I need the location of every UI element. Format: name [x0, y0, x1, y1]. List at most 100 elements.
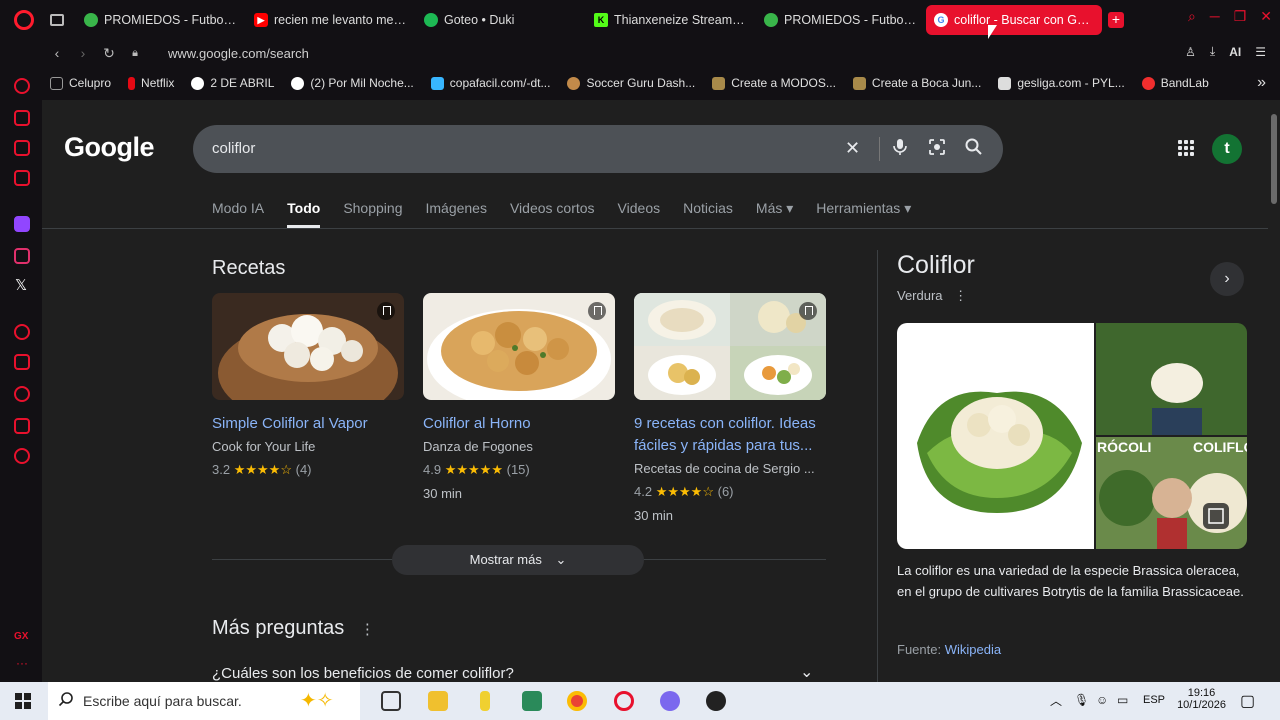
more-options-icon[interactable]: ··· [16, 656, 28, 670]
tab-herramientas[interactable]: Herramientas ▾ [816, 200, 911, 228]
language-indicator[interactable]: ESP [1143, 694, 1165, 706]
bookmark-celupro[interactable]: Celupro [50, 76, 111, 90]
crypto-wallet-icon[interactable] [14, 110, 30, 126]
wikipedia-link[interactable]: Wikipedia [945, 642, 1001, 657]
save-recipe-icon[interactable] [799, 302, 817, 320]
recipe-image[interactable] [634, 293, 826, 400]
recipe-card[interactable]: 9 recetas con coliflor. Ideas fáciles y … [634, 293, 826, 523]
back-icon[interactable]: ‹ [44, 45, 70, 61]
clear-search-icon[interactable]: ✕ [845, 138, 860, 159]
app-icon[interactable] [660, 691, 680, 711]
tab-promiedos-2[interactable]: PROMIEDOS - Futbol Arg [756, 5, 926, 35]
instagram-icon[interactable] [14, 248, 30, 264]
bookmark-gesliga[interactable]: gesliga.com - PYL... [998, 76, 1125, 90]
recipe-image[interactable] [212, 293, 404, 400]
tab-videos-cortos[interactable]: Videos cortos [510, 200, 595, 228]
chevron-up-icon[interactable]: ︿ [1050, 692, 1062, 709]
bookmark-create-boca[interactable]: Create a Boca Jun... [852, 76, 981, 90]
gx-corner-icon[interactable] [14, 170, 30, 186]
recipe-title[interactable]: Coliflor al Horno [423, 413, 615, 435]
new-tab-button[interactable]: + [1108, 12, 1124, 28]
history-icon[interactable] [14, 386, 30, 402]
close-window-icon[interactable]: ✕ [1260, 8, 1272, 25]
player-icon[interactable] [14, 324, 30, 340]
url-field[interactable]: www.google.com/search [168, 46, 309, 61]
search-input[interactable]: coliflor [212, 140, 255, 157]
bookmark-soccer-guru[interactable]: Soccer Guru Dash... [567, 76, 695, 90]
scrollbar-thumb[interactable] [1271, 114, 1277, 204]
search-icon[interactable] [965, 138, 983, 161]
minimize-icon[interactable]: ─ [1210, 8, 1220, 25]
avatar[interactable]: t [1212, 134, 1242, 164]
app-icon[interactable] [522, 691, 542, 711]
recipe-card[interactable]: Coliflor al Horno Danza de Fogones 4.9 ★… [423, 293, 615, 501]
settings-icon[interactable] [14, 448, 30, 464]
maximize-icon[interactable]: ❐ [1234, 8, 1247, 25]
app-icon[interactable] [480, 691, 490, 711]
tab-videos[interactable]: Videos [618, 200, 661, 228]
app-icon[interactable] [706, 691, 726, 711]
bookmark-2-de-abril[interactable]: 2 DE ABRIL [191, 76, 274, 90]
recipe-title[interactable]: Simple Coliflor al Vapor [212, 413, 404, 435]
tab-promiedos-1[interactable]: PROMIEDOS - Futbol Arg [76, 5, 246, 35]
chevron-down-icon[interactable]: ⌄ [800, 662, 813, 682]
tab-todo[interactable]: Todo [287, 200, 321, 228]
question-item[interactable]: ¿Cuáles son los beneficios de comer coli… [212, 665, 514, 682]
chevron-right-icon[interactable]: › [1210, 262, 1244, 296]
save-recipe-icon[interactable] [588, 302, 606, 320]
bookmark-copafacil[interactable]: copafacil.com/-dt... [430, 76, 550, 90]
wallet-icon[interactable]: ♙ [1185, 45, 1196, 59]
tab-kick[interactable]: K Thianxeneize Stream - K [586, 5, 756, 35]
recipe-card[interactable]: Simple Coliflor al Vapor Cook for Your L… [212, 293, 404, 478]
easy-setup-icon[interactable]: ☰ [1255, 45, 1266, 59]
more-options-icon[interactable]: ⋮ [954, 288, 967, 303]
ai-button[interactable]: AI [1229, 45, 1241, 59]
search-tabs-icon[interactable]: ⌕ [1188, 8, 1196, 25]
pinboard-icon[interactable] [14, 354, 30, 370]
google-lens-icon[interactable] [928, 138, 946, 161]
knowledge-panel-images[interactable]: RÓCOLI COLIFLO [897, 323, 1247, 549]
google-apps-icon[interactable] [1178, 140, 1194, 156]
recipe-title[interactable]: 9 recetas con coliflor. Ideas fáciles y … [634, 413, 826, 457]
show-more-button[interactable]: Mostrar más ⌄ [392, 545, 644, 575]
windows-start-icon[interactable] [15, 693, 31, 709]
forward-icon[interactable]: › [70, 45, 96, 61]
search-box[interactable]: coliflor ✕ [193, 125, 1003, 173]
opera-gx-icon[interactable] [614, 691, 634, 711]
bookmark-netflix[interactable]: Netflix [128, 76, 174, 90]
tab-imagenes[interactable]: Imágenes [425, 200, 486, 228]
download-icon[interactable]: ⤓ [1210, 44, 1215, 59]
more-options-icon[interactable]: ⋮ [360, 621, 375, 638]
tab-overview-icon[interactable] [50, 14, 64, 26]
google-logo[interactable]: Google [64, 132, 155, 163]
file-explorer-icon[interactable] [428, 691, 448, 711]
notifications-icon[interactable]: ▢ [1240, 691, 1255, 711]
x-twitter-icon[interactable]: 𝕏 [15, 276, 27, 294]
microphone-icon[interactable] [893, 138, 907, 161]
taskbar-search[interactable]: Escribe aquí para buscar. ✦✧ [48, 682, 360, 720]
microphone-icon[interactable]: 🎙︎ [1074, 693, 1089, 707]
tab-spotify[interactable]: Goteo • Duki [416, 5, 586, 35]
news-icon[interactable] [14, 140, 30, 156]
bookmark-por-mil-noches[interactable]: (2) Por Mil Noche... [291, 76, 414, 90]
reload-icon[interactable]: ↻ [96, 45, 122, 62]
tab-google-search[interactable]: G coliflor - Buscar con Goog [926, 5, 1102, 35]
bookmark-bandlab[interactable]: BandLab [1141, 76, 1209, 90]
chrome-icon[interactable] [567, 691, 587, 711]
tab-modo-ia[interactable]: Modo IA [212, 200, 264, 228]
tab-youtube[interactable]: ▶ recien me levanto me sal [246, 5, 416, 35]
page-scrollbar[interactable] [1268, 100, 1280, 682]
more-bookmarks-icon[interactable]: » [1257, 74, 1266, 92]
tab-shopping[interactable]: Shopping [343, 200, 402, 228]
recipe-image[interactable] [423, 293, 615, 400]
tab-noticias[interactable]: Noticias [683, 200, 733, 228]
clock[interactable]: 19:16 10/1/2026 [1177, 687, 1226, 711]
aria-icon[interactable] [14, 78, 30, 94]
opera-logo-icon[interactable] [14, 10, 34, 30]
tab-mas[interactable]: Más ▾ [756, 200, 793, 228]
extensions-icon[interactable] [14, 418, 30, 434]
bookmark-create-modos[interactable]: Create a MODOS... [712, 76, 836, 90]
task-view-icon[interactable] [381, 691, 401, 711]
discord-icon[interactable]: ☺ [1096, 693, 1108, 707]
save-recipe-icon[interactable] [377, 302, 395, 320]
